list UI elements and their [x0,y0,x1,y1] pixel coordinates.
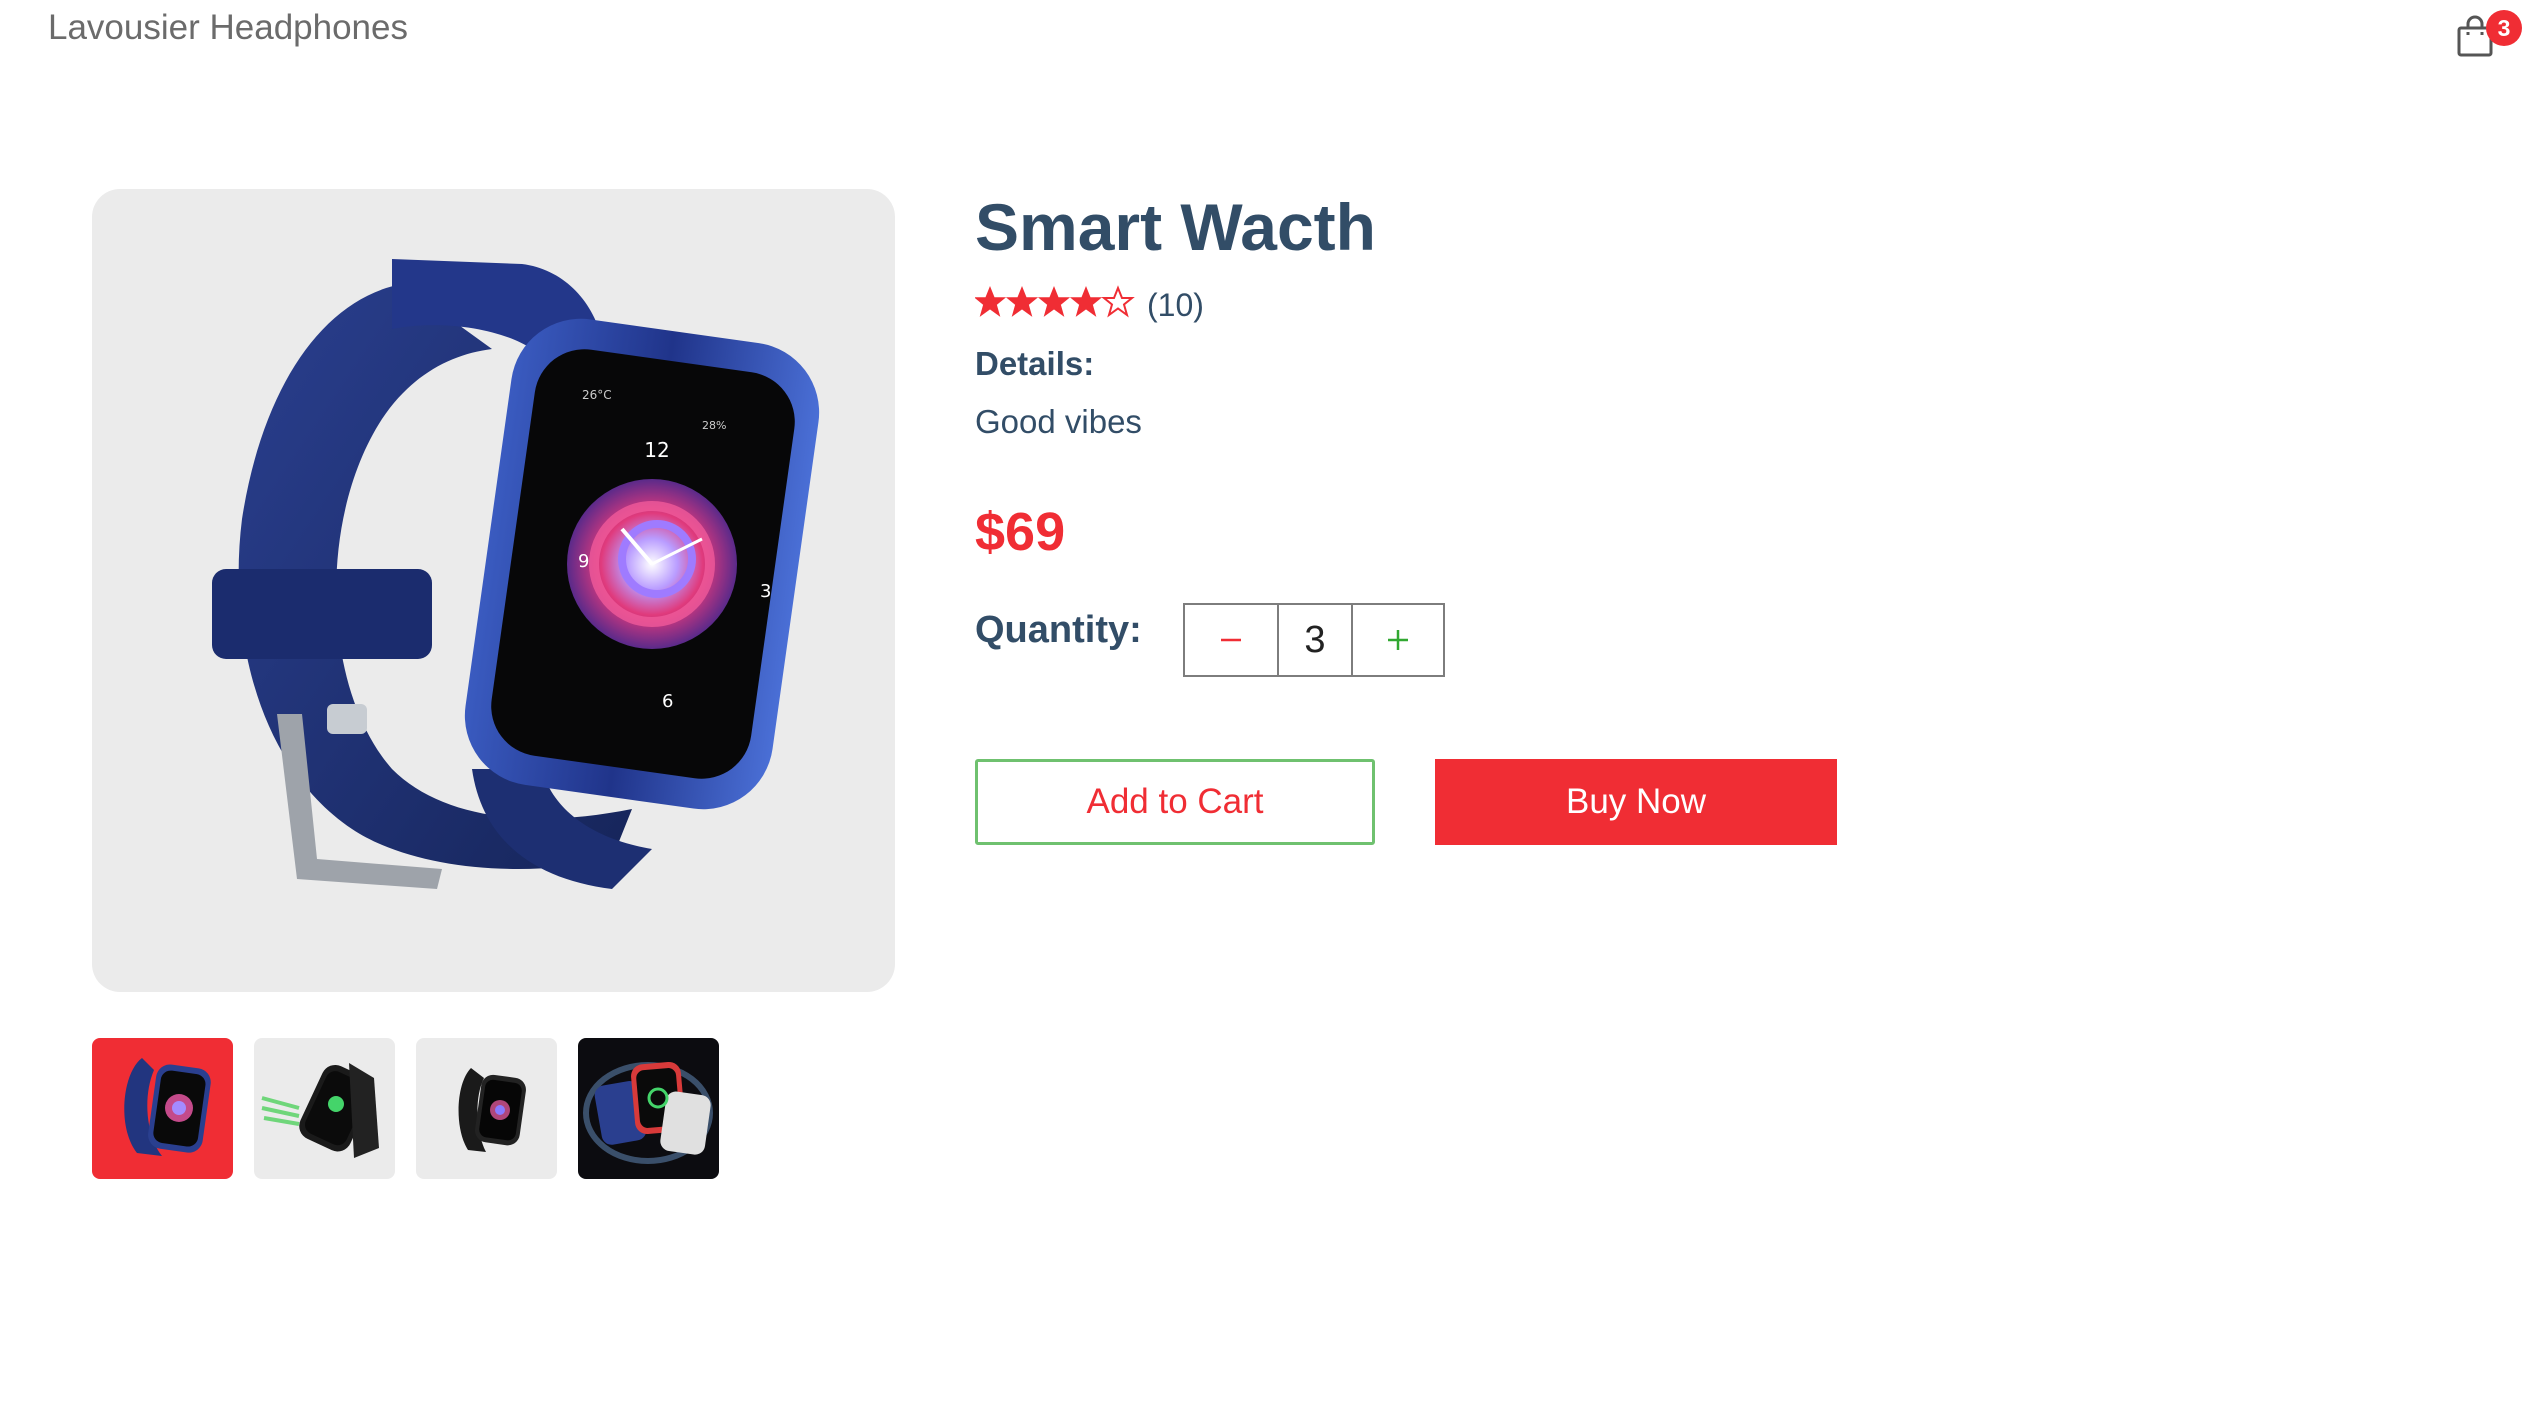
rating-stars [975,285,1135,318]
quantity-decrease-button[interactable] [1185,605,1279,675]
watch-number-3: 3 [760,581,771,602]
star-filled-icon [975,285,1007,317]
thumbnail-watch-black-side [261,1063,379,1158]
watch-battery: 28% [702,419,726,432]
product-description: Good vibes [975,403,1142,440]
store-logo-link[interactable]: Lavousier Headphones [48,8,408,48]
quantity-value: 3 [1279,605,1353,675]
thumbnail-watch-black [458,1068,526,1152]
minus-icon [1221,638,1241,642]
product-price: $69 [975,502,1066,562]
product-title: Smart Wacth [975,190,1376,264]
quantity-label: Quantity: [975,609,1142,651]
thumbnail-3[interactable] [416,1038,557,1179]
cart-count-badge: 3 [2486,10,2522,46]
star-filled-icon [1005,285,1039,317]
navbar: Lavousier Headphones 3 [0,0,2542,80]
star-filled-icon [1069,285,1103,317]
add-to-cart-button[interactable]: Add to Cart [975,759,1375,845]
quantity-stepper: 3 [1183,603,1445,677]
thumbnail-watch-group [583,1061,713,1164]
thumbnail-watch-blue [124,1058,211,1156]
star-filled-icon [1037,285,1071,317]
watch-number-9: 9 [578,551,589,572]
watch-number-12: 12 [644,438,669,462]
smartwatch-image: 12 3 6 9 26°C 28% [212,259,820,889]
thumbnail-1[interactable] [92,1038,233,1179]
quantity-increase-button[interactable] [1353,605,1443,675]
cart-button[interactable]: 3 [2452,10,2522,62]
star-outline-icon [1101,285,1135,318]
watch-number-6: 6 [662,691,673,712]
watch-temperature: 26°C [582,388,612,402]
product-main-image: 12 3 6 9 26°C 28% [92,189,895,992]
buy-now-button[interactable]: Buy Now [1435,759,1837,845]
details-heading: Details: [975,345,1095,382]
review-count: (10) [1147,287,1204,323]
thumbnail-2[interactable] [254,1038,395,1179]
thumbnail-4[interactable] [578,1038,719,1179]
plus-icon [1388,630,1408,650]
